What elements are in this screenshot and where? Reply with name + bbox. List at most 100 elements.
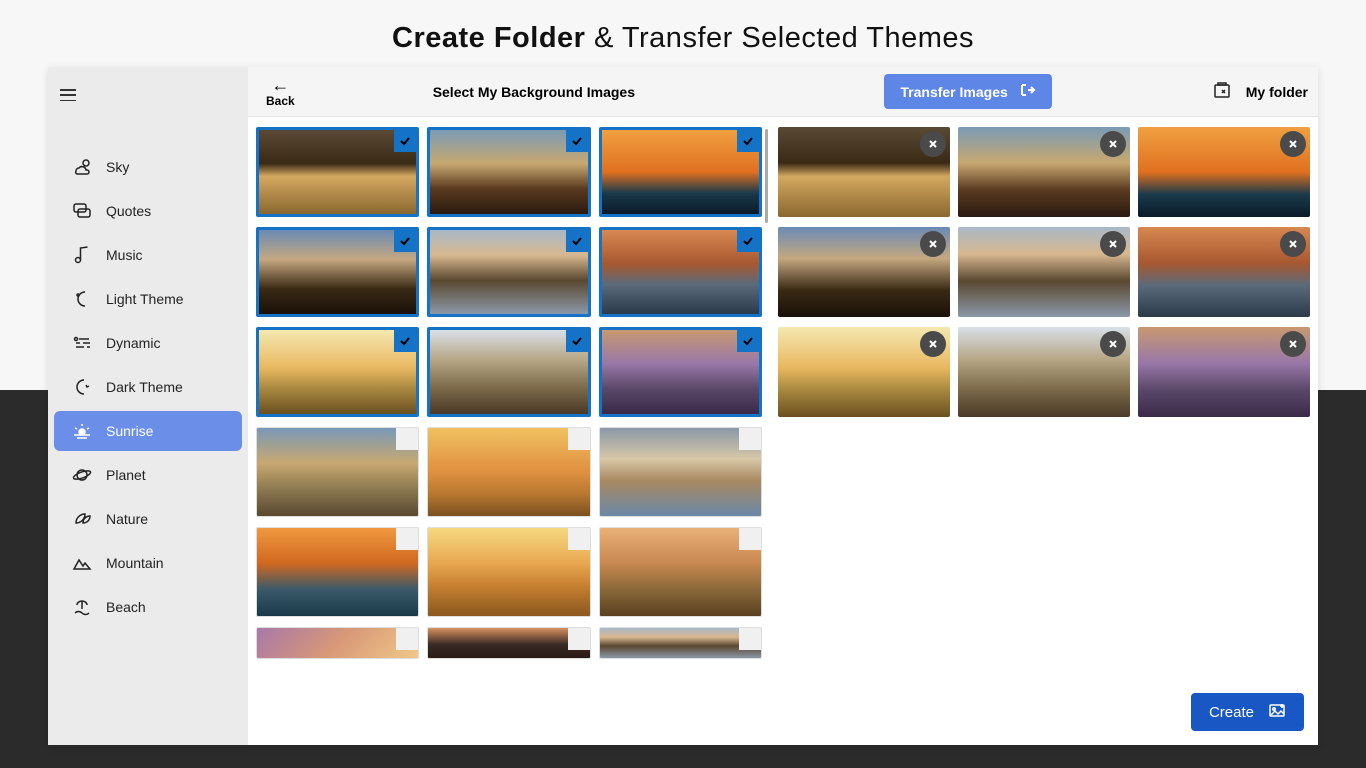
dest-thumb: [778, 327, 950, 417]
sidebar-item-planet[interactable]: Planet: [54, 455, 242, 495]
transfer-label: Transfer Images: [900, 84, 1007, 100]
topbar: ← Back Select My Background Images Trans…: [248, 67, 1318, 117]
sidebar-item-quotes[interactable]: Quotes: [54, 191, 242, 231]
check-icon: [394, 330, 416, 352]
check-icon: [566, 330, 588, 352]
source-thumb[interactable]: [256, 227, 419, 317]
folder-icon: [1212, 80, 1232, 103]
sidebar-item-beach[interactable]: Beach: [54, 587, 242, 627]
thumb-image: [259, 130, 416, 214]
banner-rest: & Transfer Selected Themes: [585, 22, 974, 54]
source-thumb[interactable]: [427, 127, 590, 217]
content-area: Create: [248, 117, 1318, 745]
check-icon: [394, 230, 416, 252]
check-icon: [739, 628, 761, 650]
source-thumb[interactable]: [427, 327, 590, 417]
check-icon: [396, 628, 418, 650]
thumb-image: [602, 230, 759, 314]
remove-button[interactable]: [1100, 231, 1126, 257]
source-thumb[interactable]: [427, 627, 590, 659]
source-thumb[interactable]: [427, 427, 590, 517]
check-icon: [739, 528, 761, 550]
sidebar-item-label: Mountain: [106, 555, 164, 571]
thumb-image: [602, 130, 759, 214]
sidebar-item-label: Planet: [106, 467, 146, 483]
source-grid: [256, 127, 762, 659]
sun-icon: [72, 421, 92, 441]
source-thumb[interactable]: [256, 127, 419, 217]
sidebar: Sky Quotes Music Light Theme Dynamic Dark The…: [48, 67, 248, 745]
thumb-image: [259, 230, 416, 314]
sidebar-item-light-theme[interactable]: Light Theme: [54, 279, 242, 319]
remove-button[interactable]: [1280, 231, 1306, 257]
create-button[interactable]: Create: [1191, 693, 1304, 731]
sidebar-item-music[interactable]: Music: [54, 235, 242, 275]
source-thumb[interactable]: [256, 627, 419, 659]
source-thumb[interactable]: [427, 227, 590, 317]
moon2-icon: [72, 377, 92, 397]
moon-icon: [72, 289, 92, 309]
panel-title: Select My Background Images: [433, 84, 635, 100]
hamburger-button[interactable]: [48, 75, 88, 115]
remove-button[interactable]: [920, 331, 946, 357]
sidebar-item-sunrise[interactable]: Sunrise: [54, 411, 242, 451]
thumb-image: [430, 330, 587, 414]
sidebar-item-dynamic[interactable]: Dynamic: [54, 323, 242, 363]
source-thumb[interactable]: [599, 527, 762, 617]
create-icon: [1268, 701, 1286, 723]
check-icon: [566, 230, 588, 252]
source-thumb[interactable]: [599, 427, 762, 517]
source-thumb[interactable]: [256, 427, 419, 517]
banner-bold: Create Folder: [392, 22, 585, 54]
sidebar-item-mountain[interactable]: Mountain: [54, 543, 242, 583]
source-thumb[interactable]: [599, 627, 762, 659]
check-icon: [737, 230, 759, 252]
source-thumb[interactable]: [599, 227, 762, 317]
sidebar-item-label: Music: [106, 247, 143, 263]
folder-label-group: My folder: [1212, 80, 1308, 103]
transfer-button[interactable]: Transfer Images: [884, 74, 1051, 109]
remove-button[interactable]: [920, 131, 946, 157]
scrollbar-indicator[interactable]: [765, 129, 768, 223]
sidebar-item-label: Sunrise: [106, 423, 153, 439]
sidebar-item-sky[interactable]: Sky: [54, 147, 242, 187]
leaf-icon: [72, 509, 92, 529]
back-label: Back: [266, 94, 295, 108]
folder-name: My folder: [1246, 84, 1308, 100]
remove-button[interactable]: [1100, 131, 1126, 157]
dest-thumb: [778, 227, 950, 317]
page-banner: Create Folder & Transfer Selected Themes: [0, 0, 1366, 67]
thumb-image: [428, 628, 589, 658]
remove-button[interactable]: [920, 231, 946, 257]
thumb-image: [428, 528, 589, 616]
check-icon: [568, 428, 590, 450]
remove-button[interactable]: [1100, 331, 1126, 357]
sidebar-item-dark-theme[interactable]: Dark Theme: [54, 367, 242, 407]
source-thumb[interactable]: [599, 127, 762, 217]
thumb-image: [257, 528, 418, 616]
sidebar-item-label: Light Theme: [106, 291, 184, 307]
source-thumb[interactable]: [256, 327, 419, 417]
sidebar-item-label: Dark Theme: [106, 379, 183, 395]
source-panel[interactable]: [248, 117, 770, 745]
source-thumb[interactable]: [599, 327, 762, 417]
thumb-image: [259, 330, 416, 414]
sidebar-item-label: Dynamic: [106, 335, 160, 351]
waves-icon: [72, 333, 92, 353]
remove-button[interactable]: [1280, 131, 1306, 157]
check-icon: [739, 428, 761, 450]
check-icon: [737, 130, 759, 152]
remove-button[interactable]: [1280, 331, 1306, 357]
source-thumb[interactable]: [427, 527, 590, 617]
thumb-image: [257, 628, 418, 658]
sidebar-item-nature[interactable]: Nature: [54, 499, 242, 539]
sidebar-item-label: Quotes: [106, 203, 151, 219]
back-arrow-icon: ←: [271, 76, 289, 94]
hamburger-icon: [60, 89, 76, 101]
check-icon: [566, 130, 588, 152]
main-area: ← Back Select My Background Images Trans…: [248, 67, 1318, 745]
beach-icon: [72, 597, 92, 617]
source-thumb[interactable]: [256, 527, 419, 617]
back-button[interactable]: ← Back: [258, 72, 303, 112]
mountain-icon: [72, 553, 92, 573]
